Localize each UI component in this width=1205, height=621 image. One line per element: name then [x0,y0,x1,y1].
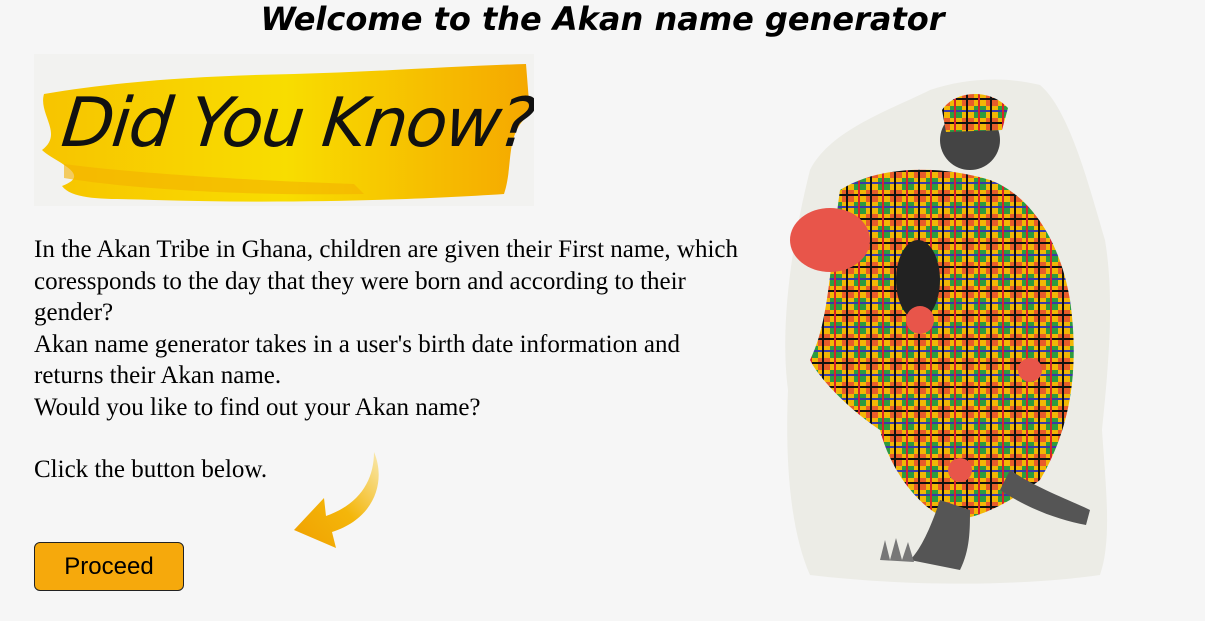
banner-text: Did You Know? [57,84,534,163]
intro-text: In the Akan Tribe in Ghana, children are… [34,234,754,486]
akan-dancer-illustration [785,79,1111,584]
intro-paragraph-1: In the Akan Tribe in Ghana, children are… [34,236,739,326]
did-you-know-banner: Did You Know? [34,54,534,206]
intro-paragraph-2: Akan name generator takes in a user's bi… [34,330,680,390]
page-title: Welcome to the Akan name generator [260,0,945,38]
curved-arrow-icon [294,452,379,548]
proceed-button[interactable]: Proceed [34,542,184,591]
intro-paragraph-4: Click the button below. [34,456,268,483]
intro-paragraph-3: Would you like to find out your Akan nam… [34,393,481,421]
